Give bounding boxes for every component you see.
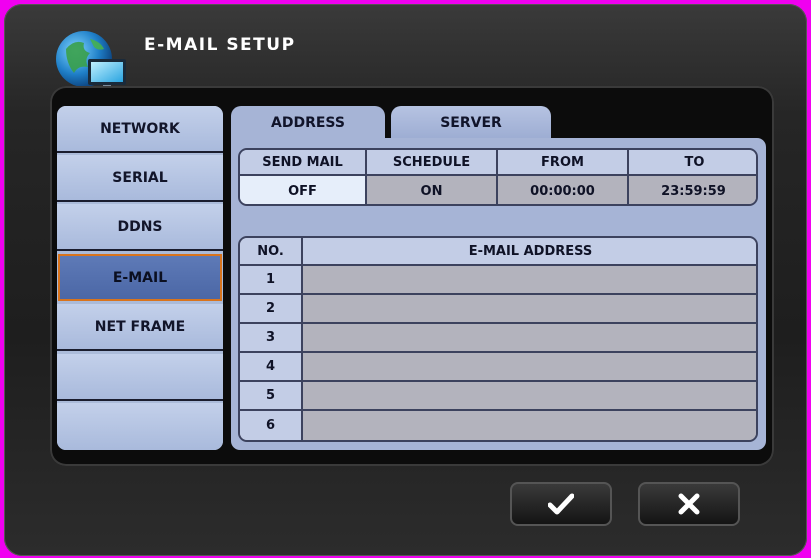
row-number: 5: [240, 382, 303, 411]
email-address-table: NO. E-MAIL ADDRESS 1 2 3 4 5 6: [238, 236, 758, 442]
send-mail-value[interactable]: OFF: [240, 176, 367, 204]
cancel-button[interactable]: [638, 482, 740, 526]
header-schedule: SCHEDULE: [367, 150, 498, 176]
sidebar-item-empty-2[interactable]: [57, 403, 223, 450]
row-number: 4: [240, 353, 303, 382]
email-address-field[interactable]: [303, 353, 756, 382]
row-number: 3: [240, 324, 303, 353]
from-time-value[interactable]: 00:00:00: [498, 176, 629, 204]
schedule-value[interactable]: ON: [367, 176, 498, 204]
email-address-field[interactable]: [303, 295, 756, 324]
sidebar: NETWORK SERIAL DDNS E-MAIL NET FRAME: [57, 106, 223, 450]
email-address-field[interactable]: [303, 266, 756, 295]
checkmark-icon: [548, 493, 574, 515]
sidebar-item-ddns[interactable]: DDNS: [57, 204, 223, 251]
email-address-field[interactable]: [303, 324, 756, 353]
tab-server[interactable]: SERVER: [391, 106, 551, 140]
x-icon: [678, 493, 700, 515]
to-time-value[interactable]: 23:59:59: [629, 176, 756, 204]
sidebar-item-email[interactable]: E-MAIL: [58, 254, 222, 301]
header-email-address: E-MAIL ADDRESS: [303, 238, 756, 266]
row-number: 6: [240, 411, 303, 440]
sidebar-item-network[interactable]: NETWORK: [57, 106, 223, 153]
sidebar-item-net-frame[interactable]: NET FRAME: [57, 304, 223, 351]
row-number: 1: [240, 266, 303, 295]
header-to: TO: [629, 150, 756, 176]
confirm-button[interactable]: [510, 482, 612, 526]
tab-address[interactable]: ADDRESS: [231, 106, 385, 146]
dialog-title: E-MAIL SETUP: [144, 35, 296, 55]
header-send-mail: SEND MAIL: [240, 150, 367, 176]
header-no: NO.: [240, 238, 303, 266]
email-address-field[interactable]: [303, 411, 756, 440]
sidebar-item-empty-1[interactable]: [57, 354, 223, 401]
header-from: FROM: [498, 150, 629, 176]
email-address-field[interactable]: [303, 382, 756, 411]
sidebar-item-serial[interactable]: SERIAL: [57, 155, 223, 202]
row-number: 2: [240, 295, 303, 324]
schedule-table: SEND MAIL SCHEDULE FROM TO OFF ON 00:00:…: [238, 148, 758, 206]
